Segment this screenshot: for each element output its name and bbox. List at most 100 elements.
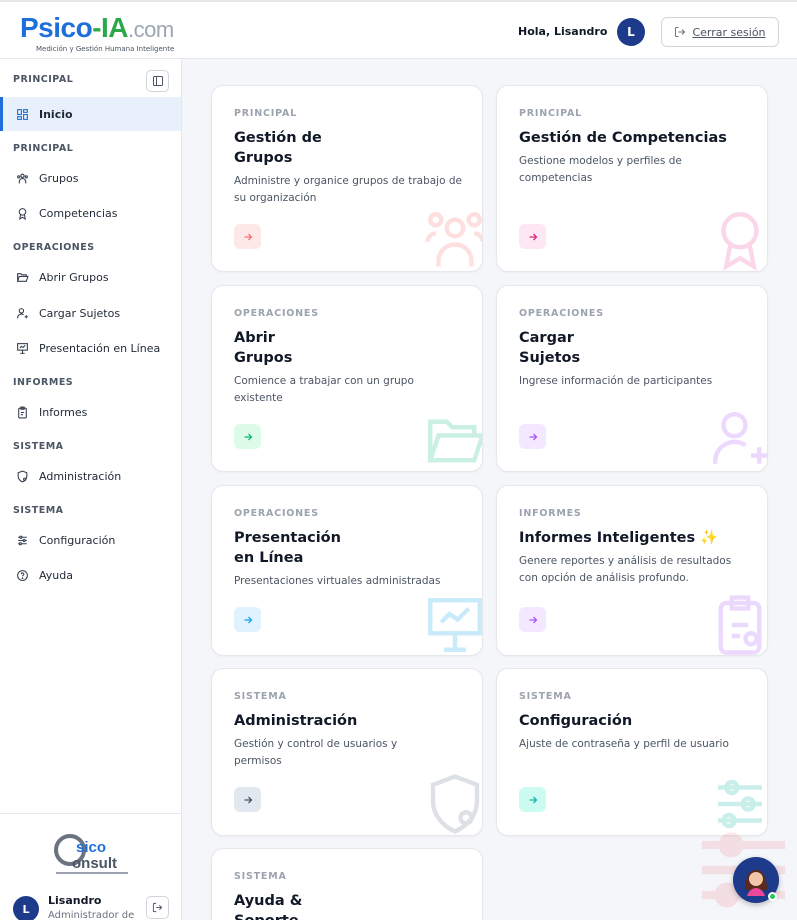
award-icon [721,212,759,271]
sidebar-item-informes[interactable]: Informes [0,395,181,429]
user-plus-icon [17,307,28,318]
card-category: OPERACIONES [519,308,604,319]
card-description: Comience a trabajar con un grupo existen… [234,375,414,404]
arrow-right-icon [529,233,537,240]
user-plus-icon [713,412,767,464]
presentation-icon [428,598,482,652]
sidebar-item-presentacion[interactable]: Presentación en Línea [0,331,181,365]
arrow-right-icon [244,796,252,803]
card-ayuda-soporte[interactable]: SISTEMA Ayuda & Soporte [211,848,483,920]
clipboard-icon [718,595,762,655]
svg-text:sico: sico [76,839,106,856]
sidebar-item-label: Presentación en Línea [39,341,161,355]
card-title: Gestión de Grupos [234,130,322,166]
logout-icon [152,902,163,913]
card-administracion[interactable]: SISTEMA Administración Gestión y control… [211,668,483,836]
card-category: SISTEMA [234,871,287,882]
card-open-button[interactable] [519,607,546,632]
sidebar-item-ayuda[interactable]: Ayuda [0,558,181,592]
users-icon [17,173,28,183]
sidebar-logout-button[interactable] [146,896,169,919]
sidebar-section-label: PRINCIPAL [13,143,74,154]
user-greeting: Hola, Lisandro [518,25,608,38]
user-avatar-small[interactable]: L [13,896,39,920]
card-description: Presentaciones virtuales administradas [234,575,441,587]
sidebar-item-cargar-sujetos[interactable]: Cargar Sujetos [0,296,181,330]
card-abrir-grupos[interactable]: OPERACIONES Abrir Grupos Comience a trab… [211,285,483,472]
grid-icon [17,108,28,120]
award-icon [18,207,27,220]
online-status-dot [768,892,777,901]
sidebar-item-inicio[interactable]: Inicio [0,97,181,131]
card-open-button[interactable] [234,224,261,249]
sidebar-user-name: Lisandro [48,894,102,907]
card-gestion-competencias[interactable]: PRINCIPAL Gestión de Competencias Gestio… [496,85,768,272]
card-category: SISTEMA [234,691,287,702]
card-category: PRINCIPAL [519,108,582,119]
arrow-right-icon [244,433,252,440]
card-open-button[interactable] [234,607,261,632]
users-icon [425,212,482,267]
sidebar-collapse-button[interactable] [146,70,169,92]
logo-text-part1: Psico [20,12,93,43]
sliders-icon [18,535,27,545]
sidebar-item-label: Ayuda [39,568,73,582]
app-logo[interactable]: Psico-IA.com Medición y Gestión Humana I… [20,12,175,54]
logout-icon [675,27,686,37]
logo-text-part3: .com [128,17,174,42]
clipboard-icon [18,406,27,418]
sidebar-item-abrir-grupos[interactable]: Abrir Grupos [0,260,181,294]
sidebar-section-label: SISTEMA [13,505,64,516]
sidebar-item-label: Administración [39,469,122,483]
card-configuracion[interactable]: SISTEMA Configuración Ajuste de contrase… [496,668,768,836]
sidebar-item-label: Abrir Grupos [39,270,109,284]
svg-text:onsult: onsult [72,855,117,872]
card-description: Genere reportes y análisis de resultados… [519,555,732,584]
card-gestion-grupos[interactable]: PRINCIPAL Gestión de Grupos Administre y… [211,85,483,272]
sidebar-user-role: Administrador de E [48,910,138,920]
folder-open-icon [16,272,29,282]
card-description: Gestión y control de usuarios y permisos [234,738,398,767]
sidebar-item-administracion[interactable]: Administración [0,459,181,493]
logo-tagline: Medición y Gestión Humana Inteligente [36,45,175,53]
user-avatar[interactable]: L [617,18,645,46]
sidebar-toggle-icon [152,76,163,86]
card-open-button[interactable] [519,787,546,812]
sidebar-item-label: Cargar Sujetos [39,306,121,320]
sidebar-section-label: SISTEMA [13,441,64,452]
assistant-chat-button[interactable] [733,857,779,903]
logout-button[interactable]: Cerrar sesión [661,17,779,47]
card-informes-inteligentes[interactable]: INFORMES Informes Inteligentes ✨ Genere … [496,485,768,656]
psico-consult-logo: sico onsult [54,834,128,874]
sidebar-item-label: Competencias [39,206,118,220]
sidebar-footer: sico onsult L Lisandro Administrador de … [0,813,181,920]
sidebar-item-competencias[interactable]: Competencias [0,196,181,230]
card-open-button[interactable] [234,787,261,812]
help-icon [17,569,28,581]
sidebar: PRINCIPAL Inicio PRINCIPAL Grupos Compet… [0,59,182,920]
card-description: Administre y organice grupos de trabajo … [234,175,462,204]
card-title: Abrir Grupos [234,330,293,366]
folder-open-icon [427,419,482,463]
card-presentacion-linea[interactable]: OPERACIONES Presentación en Línea Presen… [211,485,483,656]
card-description: Ajuste de contraseña y perfil de usuario [519,738,729,750]
card-title: Configuración [519,713,633,729]
card-open-button[interactable] [519,424,546,449]
top-header: Psico-IA.com Medición y Gestión Humana I… [0,0,797,59]
card-title: Cargar Sujetos [519,330,581,366]
shield-icon [430,774,480,834]
arrow-right-icon [529,796,537,803]
shield-icon [17,470,28,483]
card-open-button[interactable] [234,424,261,449]
sidebar-item-configuracion[interactable]: Configuración [0,523,181,557]
card-description: Ingrese información de participantes [519,375,713,387]
sidebar-item-label: Grupos [39,171,79,185]
card-cargar-sujetos[interactable]: OPERACIONES Cargar Sujetos Ingrese infor… [496,285,768,472]
arrow-right-icon [529,433,537,440]
card-title: Presentación en Línea [234,530,341,566]
sidebar-item-grupos[interactable]: Grupos [0,161,181,195]
card-open-button[interactable] [519,224,546,249]
arrow-right-icon [529,616,537,623]
sidebar-item-label: Configuración [39,533,116,547]
card-title: Gestión de Competencias [519,130,727,146]
